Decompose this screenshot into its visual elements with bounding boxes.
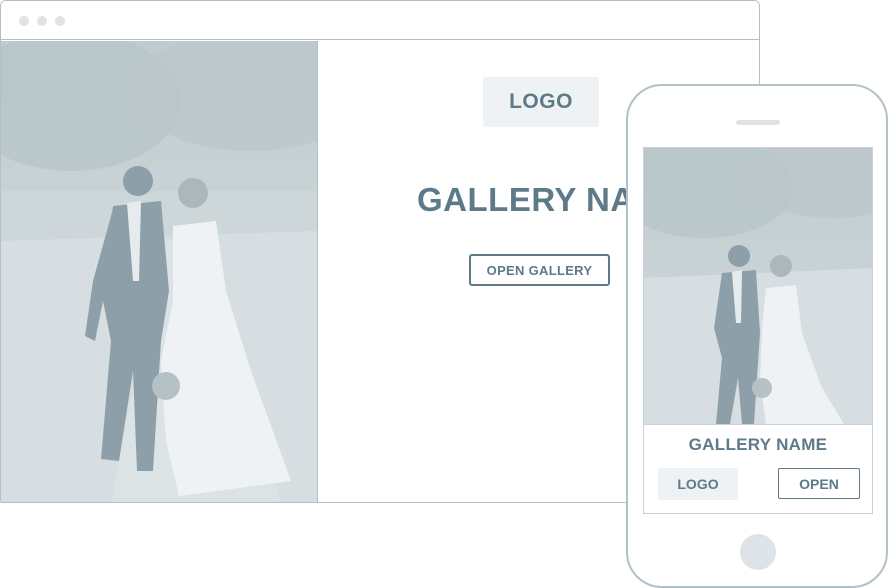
phone-home-button[interactable]	[740, 534, 776, 570]
phone-open-button[interactable]: OPEN	[778, 468, 860, 499]
wedding-couple-photo	[644, 148, 872, 424]
window-dot-icon	[55, 16, 65, 26]
window-dot-icon	[19, 16, 29, 26]
phone-logo-placeholder: LOGO	[658, 468, 738, 500]
browser-title-bar	[1, 1, 759, 40]
open-gallery-button[interactable]: OPEN GALLERY	[469, 254, 610, 286]
phone-speaker	[736, 120, 780, 125]
phone-mockup: GALLERY NAME LOGO OPEN	[626, 84, 888, 588]
wedding-couple-photo	[1, 41, 317, 502]
phone-screen: GALLERY NAME LOGO OPEN	[643, 147, 873, 514]
logo-placeholder: LOGO	[483, 77, 599, 127]
hero-photo	[1, 41, 318, 502]
window-dot-icon	[37, 16, 47, 26]
phone-hero-photo	[644, 148, 872, 425]
phone-gallery-title: GALLERY NAME	[688, 435, 828, 454]
